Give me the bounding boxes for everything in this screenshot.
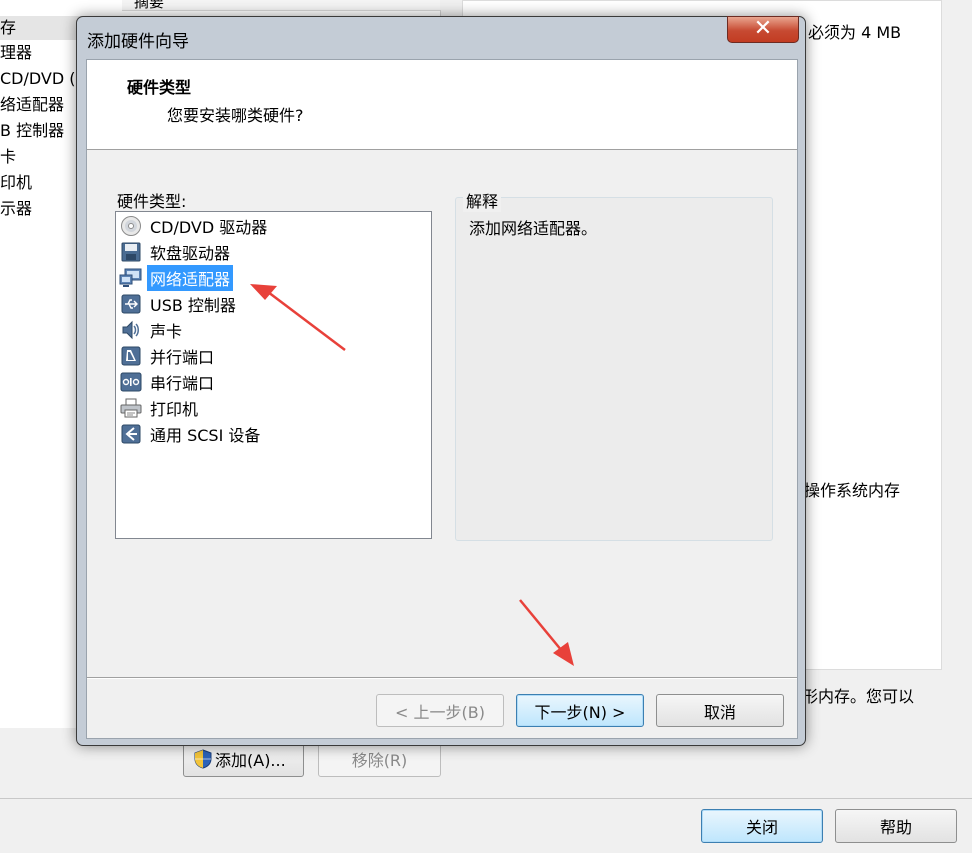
hardware-item-sound-card[interactable]: 声卡 <box>119 318 185 342</box>
memory-note-text: 形内存。您可以 <box>802 687 915 706</box>
explanation-label: 解释 <box>463 188 502 212</box>
hardware-item-label: 打印机 <box>150 400 199 419</box>
hardware-item-label: 通用 SCSI 设备 <box>150 426 261 445</box>
close-icon: ✕ <box>753 16 773 41</box>
memory-requirement-text: 必须为 4 MB <box>808 23 902 42</box>
footer-divider <box>0 798 972 799</box>
hardware-item-label: 软盘驱动器 <box>150 244 231 263</box>
sound-card-icon <box>119 319 143 341</box>
add-hardware-wizard-dialog: 添加硬件向导 ✕ 硬件类型 您要安装哪类硬件? 硬件类型: CD/DVD 驱动器 <box>76 16 806 746</box>
dialog-body: 硬件类型 您要安装哪类硬件? 硬件类型: CD/DVD 驱动器 软盘驱动器 网络… <box>86 59 798 739</box>
hardware-item-floppy[interactable]: 软盘驱动器 <box>119 240 233 264</box>
parallel-port-icon <box>119 345 143 367</box>
dialog-close-button[interactable]: ✕ <box>727 16 799 43</box>
summary-header-label: 摘要 <box>134 0 165 11</box>
hardware-item-label: 串行端口 <box>150 374 215 393</box>
hardware-item-serial-port[interactable]: 串行端口 <box>119 370 217 394</box>
add-hardware-label: 添加(A)... <box>215 750 286 770</box>
hardware-item-printer[interactable]: 打印机 <box>119 396 201 420</box>
hardware-type-label: 硬件类型: <box>117 192 187 211</box>
cd-dvd-icon <box>119 215 143 237</box>
hardware-item-label: CD/DVD 驱动器 <box>150 218 268 237</box>
cancel-button[interactable]: 取消 <box>656 694 784 727</box>
wizard-step-title: 硬件类型 <box>127 78 192 97</box>
wizard-step-subtitle: 您要安装哪类硬件? <box>167 106 304 125</box>
hardware-item-scsi[interactable]: 通用 SCSI 设备 <box>119 422 263 446</box>
hardware-item-usb[interactable]: USB 控制器 <box>119 292 239 316</box>
hardware-item-cd-dvd[interactable]: CD/DVD 驱动器 <box>119 214 270 238</box>
hardware-item-label: USB 控制器 <box>150 296 236 315</box>
summary-column-header: 摘要 <box>122 0 440 11</box>
explanation-text: 添加网络适配器。 <box>469 219 598 238</box>
help-button[interactable]: 帮助 <box>835 809 957 843</box>
hardware-item-label: 网络适配器 <box>147 265 234 291</box>
close-button[interactable]: 关闭 <box>701 809 823 843</box>
floppy-icon <box>119 241 143 263</box>
wizard-header: 硬件类型 您要安装哪类硬件? <box>87 60 797 150</box>
scsi-icon <box>119 423 143 445</box>
hardware-type-list[interactable]: CD/DVD 驱动器 软盘驱动器 网络适配器 USB 控制器 声卡 并行端口 串… <box>115 211 432 539</box>
hardware-item-parallel-port[interactable]: 并行端口 <box>119 344 217 368</box>
dialog-title: 添加硬件向导 <box>87 32 189 52</box>
explanation-group <box>455 197 773 541</box>
hardware-item-label: 并行端口 <box>150 348 215 367</box>
hardware-item-label: 声卡 <box>150 322 183 341</box>
back-button[interactable]: < 上一步(B) <box>376 694 504 727</box>
usb-icon <box>119 293 143 315</box>
printer-icon <box>119 397 143 419</box>
footer-separator-highlight <box>87 678 797 679</box>
uac-shield-icon <box>194 748 212 769</box>
network-adapter-icon <box>119 267 143 289</box>
next-button[interactable]: 下一步(N) > <box>516 694 644 727</box>
os-memory-text: 操作系统内存 <box>804 481 901 500</box>
serial-port-icon <box>119 371 143 393</box>
hardware-item-network-adapter[interactable]: 网络适配器 <box>119 265 234 291</box>
